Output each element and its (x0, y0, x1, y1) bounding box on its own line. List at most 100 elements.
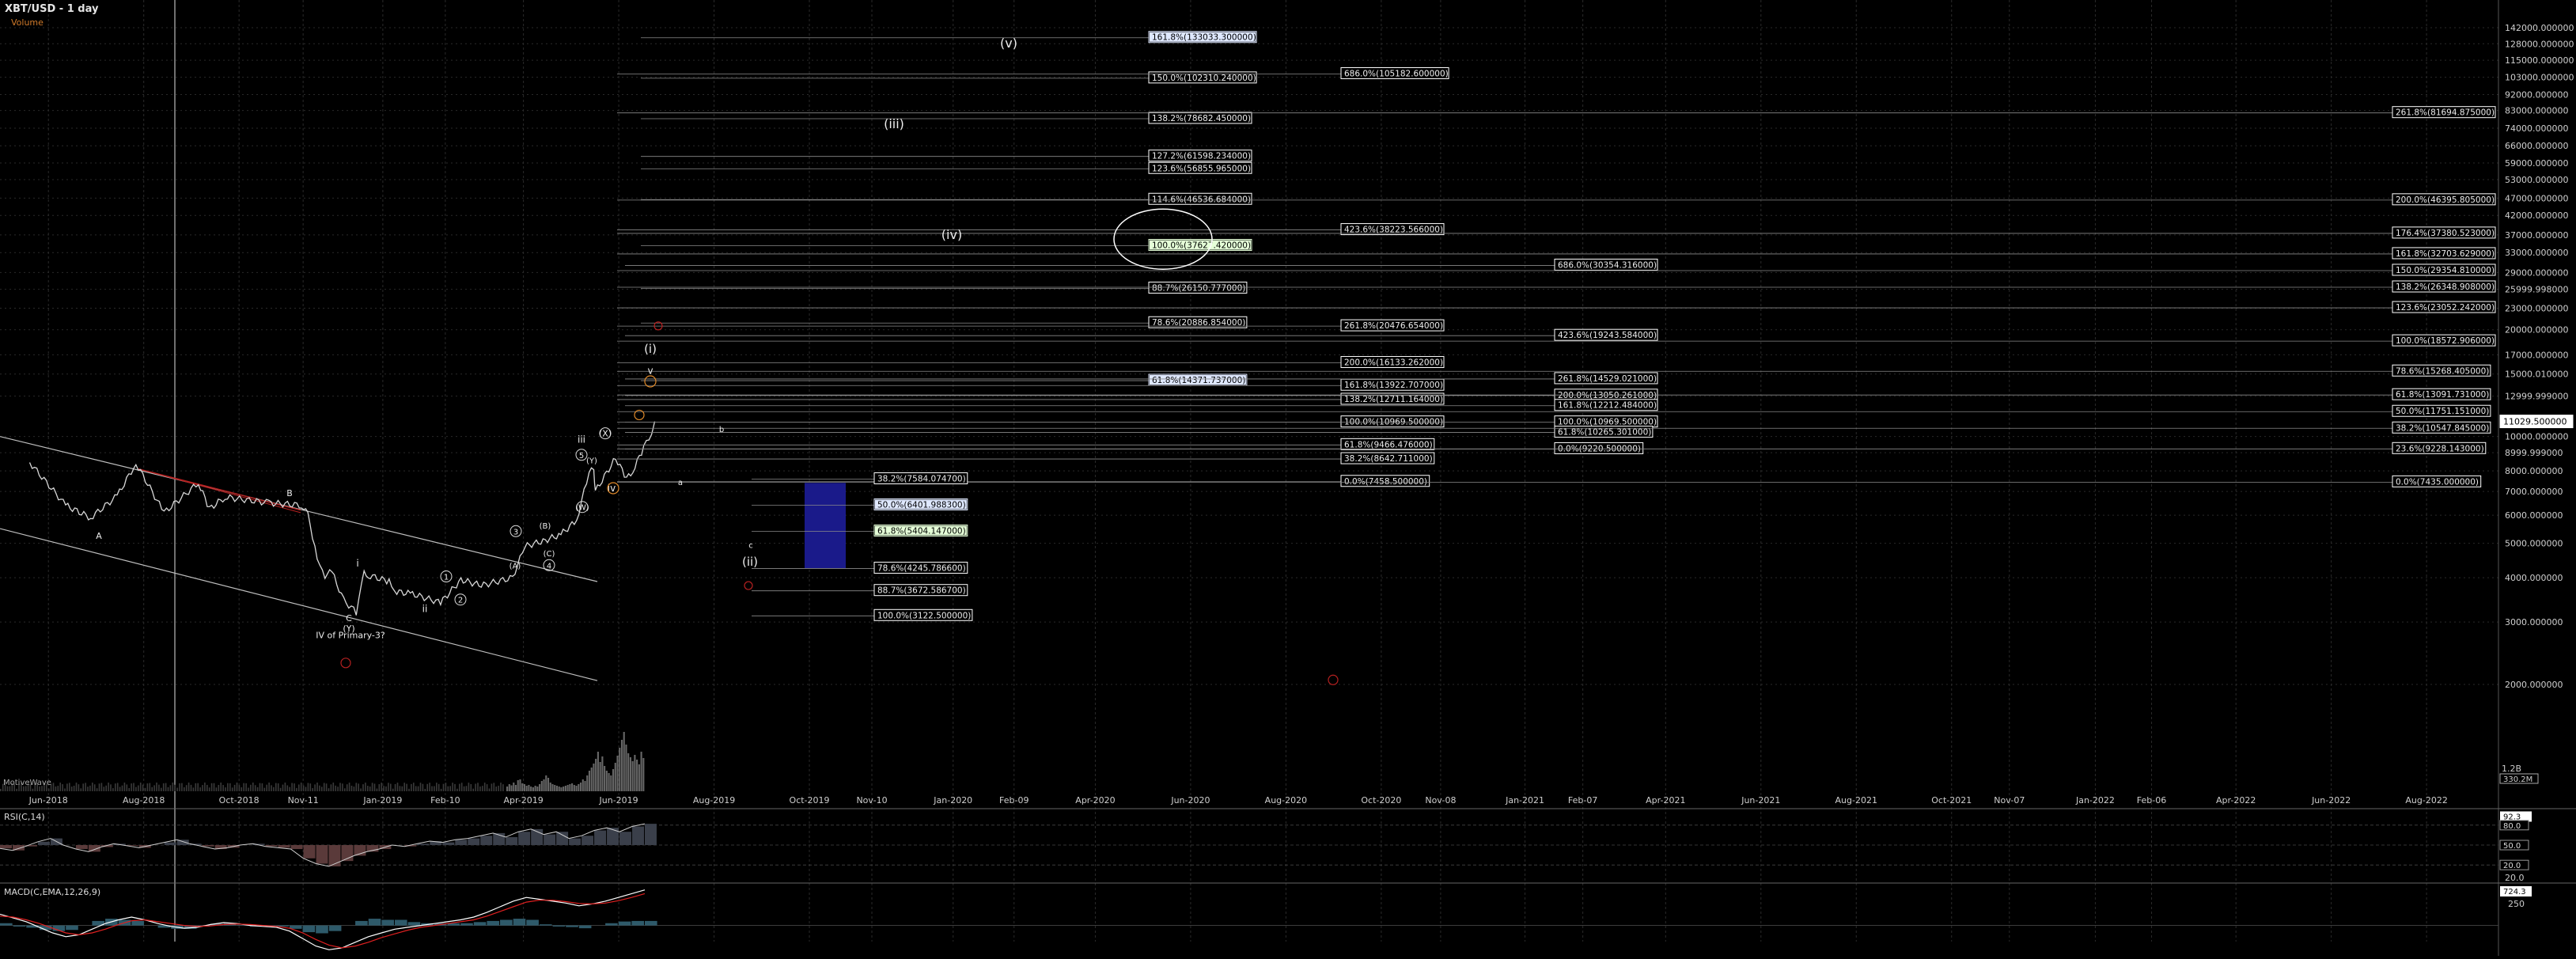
macd-histogram-bar (13, 925, 26, 927)
fib-far-right-label: 50.0%(11751.151000) (2396, 407, 2489, 416)
volume-bar (540, 781, 543, 791)
volume-bar-faint (413, 783, 415, 791)
fib-top-label: 138.2%(78682.450000) (1152, 114, 1251, 123)
volume-bar-faint (254, 785, 256, 791)
volume-bar-faint (241, 787, 243, 791)
volume-bar-faint (59, 783, 61, 791)
y-tick-label: 128000.000000 (2505, 39, 2574, 49)
y-tick-label: 83000.000000 (2505, 106, 2568, 116)
volume-bar-faint (174, 784, 176, 791)
wave-label: (i) (644, 342, 657, 356)
fib-right-mid-label: 423.6%(19243.584000) (1558, 331, 1657, 340)
volume-bar (563, 787, 565, 791)
macd-histogram-bar (487, 920, 500, 926)
volume-bar-faint (411, 783, 412, 791)
fib-right-mid-label: 261.8%(14529.021000) (1558, 374, 1657, 384)
wave-label: (v) (1000, 36, 1017, 51)
volume-bar-faint (367, 786, 369, 791)
volume-bar-faint (57, 786, 59, 791)
volume-bar-faint (105, 785, 107, 791)
rsi-bar (632, 826, 644, 845)
volume-bar (642, 758, 645, 791)
volume-bar (547, 778, 550, 791)
volume-legend: Volume (11, 17, 44, 28)
volume-bar (590, 768, 593, 791)
wave-label: iii (578, 434, 585, 445)
x-tick-label: Nov-08 (1425, 795, 1456, 805)
volume-bar-faint (383, 786, 385, 791)
volume-bar-faint (69, 783, 70, 791)
rsi-level-label: 50.0 (2503, 842, 2521, 851)
volume-bar-faint (316, 783, 318, 791)
volume-bar (530, 787, 532, 791)
macd-value-label: 724.3 (2503, 888, 2526, 896)
volume-bar-faint (149, 783, 151, 791)
volume-bar-faint (449, 786, 451, 791)
macd-histogram-bar (513, 919, 526, 926)
volume-bar-faint (119, 787, 121, 791)
volume-bar-faint (307, 783, 309, 791)
volume-bar (616, 756, 619, 791)
volume-bar (517, 780, 519, 791)
fib-mid-label: 38.2%(8642.711000) (1344, 454, 1433, 464)
wave-label: (B) (540, 522, 551, 531)
rsi-bar (468, 838, 480, 845)
volume-bar-faint (371, 783, 373, 791)
x-tick-label: Jun-2020 (1170, 795, 1210, 805)
volume-bar-faint (181, 783, 183, 791)
fib-far-right-label: 123.6%(23052.242000) (2396, 303, 2495, 313)
volume-bar-faint (486, 784, 488, 791)
volume-bar-faint (233, 784, 236, 791)
volume-bar-faint (92, 783, 93, 791)
rsi-bar (265, 845, 278, 847)
volume-bar-faint (396, 783, 399, 791)
volume-bar-faint (73, 785, 75, 791)
volume-bar-faint (479, 786, 481, 791)
volume-bar-faint (296, 787, 297, 791)
macd-histogram-bar (381, 919, 394, 926)
chart-canvas[interactable]: Jun-2018 Aug-2018 Oct-2018 Nov-11 Jan-2019 Fe… (0, 0, 2576, 956)
volume-bar-faint (172, 783, 174, 791)
volume-bar-faint (284, 783, 286, 791)
volume-bar-faint (213, 783, 215, 791)
volume-bar (601, 756, 604, 791)
volume-bar-faint (408, 788, 410, 791)
macd-histogram-bar (645, 920, 657, 926)
fib-far-right-label: 200.0%(46395.805000) (2396, 195, 2495, 205)
x-tick-label: Oct-2019 (790, 795, 830, 805)
fib-retrace-label: 88.7%(3672.586700) (877, 586, 966, 596)
volume-bar-faint (438, 783, 440, 791)
volume-bar (610, 775, 612, 791)
y-tick-label: 10000.000000 (2505, 432, 2568, 442)
x-tick-label: Jan-2021 (1505, 795, 1544, 805)
fib-top-label: 61.8%(14371.737000) (1152, 376, 1245, 385)
volume-bar (545, 775, 547, 791)
rsi-level-label: 20.0 (2503, 862, 2521, 870)
volume-bar-faint (161, 787, 162, 791)
volume-bar-faint (429, 783, 430, 791)
x-tick-label: Aug-2022 (2405, 795, 2447, 805)
x-tick-label: Apr-2022 (2216, 795, 2256, 805)
volume-bar-faint (344, 788, 346, 791)
x-tick-label: Jun-2022 (2311, 795, 2351, 805)
volume-bar-faint (328, 788, 330, 791)
volume-axis-label: 330.2M (2503, 775, 2532, 784)
volume-bar (554, 785, 556, 791)
volume-bar (506, 787, 509, 791)
volume-bar-faint (369, 786, 371, 791)
chart-root: Jun-2018 Aug-2018 Oct-2018 Nov-11 Jan-2019 Fe… (0, 0, 2576, 956)
volume-bar-faint (70, 787, 73, 791)
volume-bar-faint (470, 783, 472, 791)
x-tick-label: Apr-2019 (503, 795, 543, 805)
y-tick-label: 7000.000000 (2505, 487, 2563, 497)
y-tick-label: 92000.000000 (2505, 90, 2568, 100)
fib-right-mid-label: 200.0%(13050.261000) (1558, 391, 1657, 400)
x-tick-label: Jun-2019 (599, 795, 638, 805)
chart-title: XBT/USD - 1 day (5, 3, 99, 15)
fib-right-mid-label: 686.0%(30354.316000) (1558, 260, 1657, 270)
volume-bar-faint (289, 787, 290, 791)
volume-bar-faint (184, 787, 185, 791)
fib-far-right-label: 100.0%(18572.906000) (2396, 336, 2495, 346)
volume-bar-faint (323, 783, 325, 791)
volume-bar-faint (452, 783, 453, 791)
